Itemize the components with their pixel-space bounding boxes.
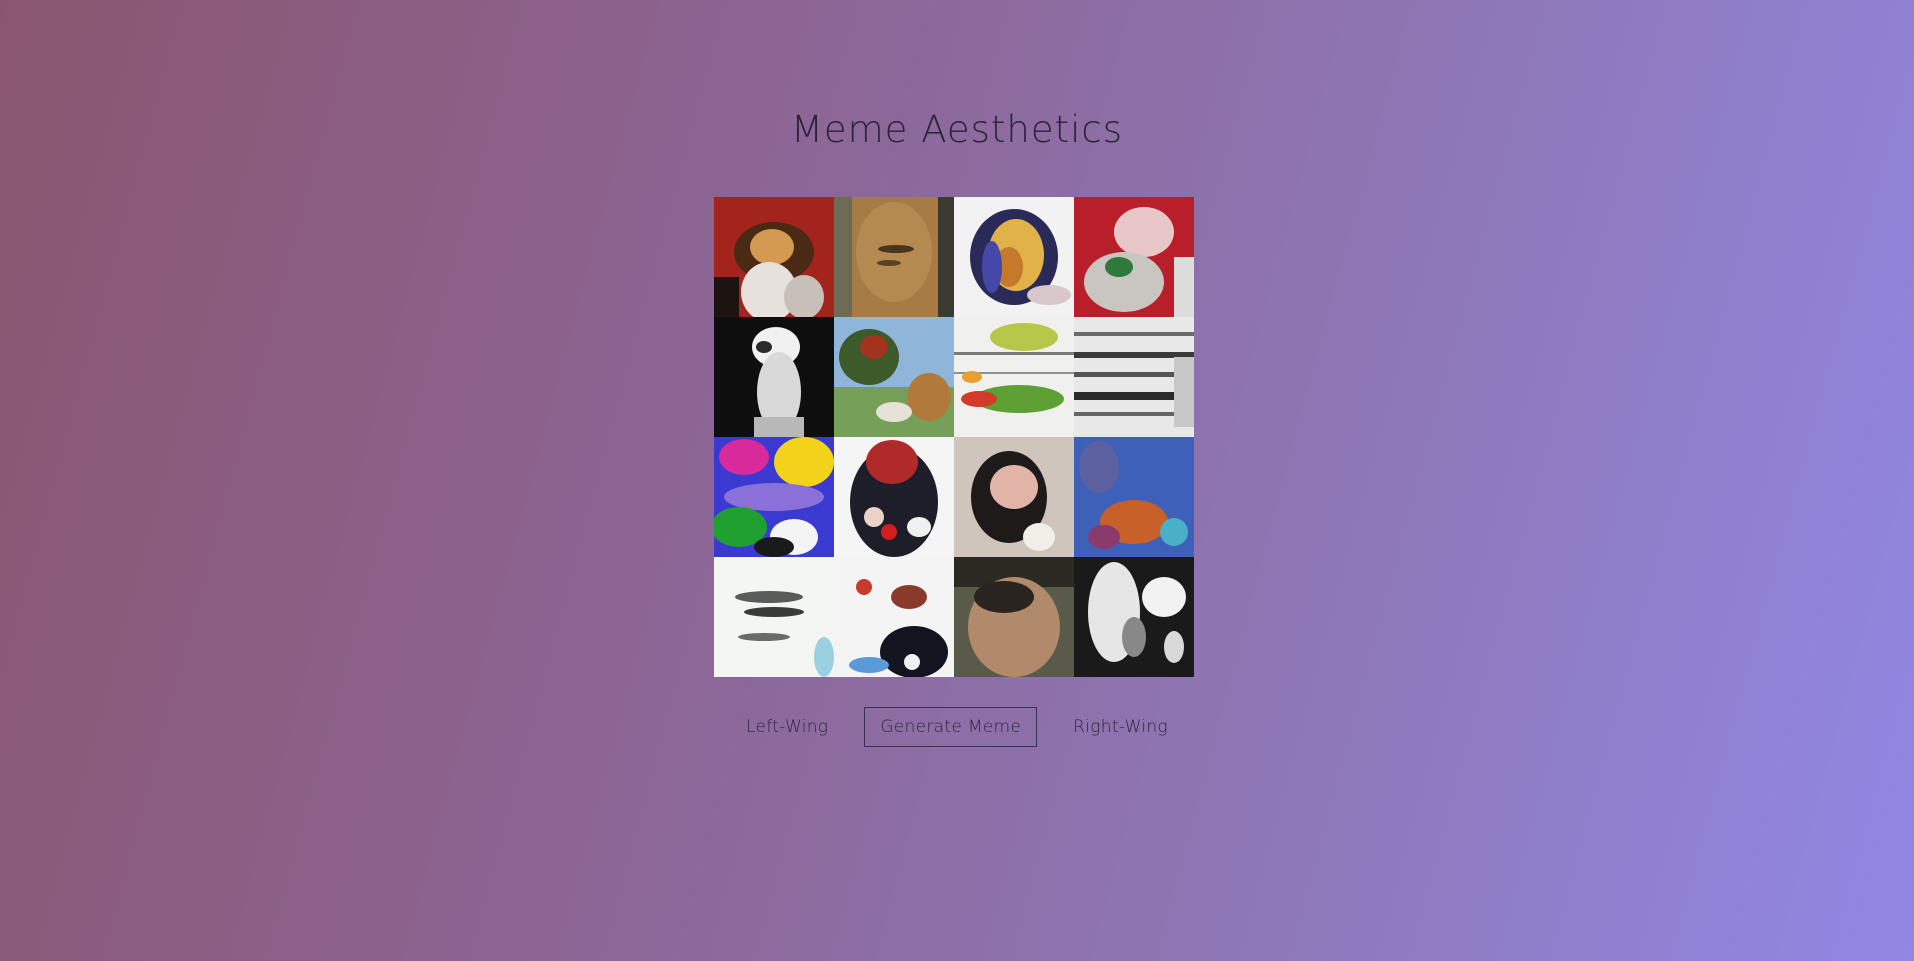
meme-tile-14 [834, 557, 954, 677]
meme-controls: Left-Wing Generate Meme Right-Wing [0, 707, 1914, 747]
meme-tile-9 [714, 437, 834, 557]
left-wing-button[interactable]: Left-Wing [730, 707, 844, 747]
generate-meme-button[interactable]: Generate Meme [864, 707, 1038, 747]
meme-tile-15 [954, 557, 1074, 677]
meme-tile-2 [834, 197, 954, 317]
page-title: Meme Aesthetics [790, 108, 1124, 151]
meme-image-grid [714, 197, 1194, 677]
meme-tile-3 [954, 197, 1074, 317]
meme-tile-13 [714, 557, 834, 677]
meme-tile-11 [954, 437, 1074, 557]
meme-tile-16 [1074, 557, 1194, 677]
right-wing-button[interactable]: Right-Wing [1057, 707, 1184, 747]
meme-tile-5 [714, 317, 834, 437]
meme-tile-12 [1074, 437, 1194, 557]
meme-tile-7 [954, 317, 1074, 437]
meme-tile-6 [834, 317, 954, 437]
meme-tile-8 [1074, 317, 1194, 437]
meme-tile-4 [1074, 197, 1194, 317]
meme-tile-1 [714, 197, 834, 317]
meme-tile-10 [834, 437, 954, 557]
